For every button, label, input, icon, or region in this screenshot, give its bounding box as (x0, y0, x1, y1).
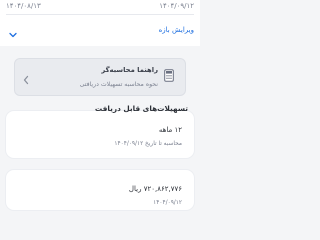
top-bar: ۱۴۰۴/۰۸/۱۳ ۱۴۰۴/۰۹/۱۲ ویرایش بازه (0, 0, 200, 46)
calculator-icon (164, 67, 174, 82)
loan-term: ۱۲ ماهه (158, 126, 182, 134)
chevron-down-icon[interactable] (8, 25, 18, 38)
chevron-left-icon[interactable] (21, 71, 31, 85)
end-date: ۱۴۰۴/۰۹/۱۲ (159, 2, 194, 10)
guide-title: راهنما محاسبه‌گر (101, 66, 158, 74)
loan-date: ۱۴۰۴/۰۹/۱۲ (153, 200, 182, 206)
divider (6, 14, 194, 15)
guide-subtitle: نحوه محاسبه تسهیلات دریافتی (79, 81, 158, 88)
loan-card[interactable]: ۷۲۰,۸۶۲,۷۷۶ ریال ۱۴۰۴/۰۹/۱۲ (6, 170, 194, 210)
start-date: ۱۴۰۴/۰۸/۱۳ (6, 2, 41, 10)
edit-range-label[interactable]: ویرایش بازه (159, 26, 194, 34)
calculator-guide-card[interactable]: راهنما محاسبه‌گر نحوه محاسبه تسهیلات دری… (14, 58, 186, 96)
loan-card[interactable]: ۱۲ ماهه محاسبه تا تاریخ ۱۴۰۴/۰۹/۱۲ (6, 111, 194, 158)
loan-calc-date: محاسبه تا تاریخ ۱۴۰۴/۰۹/۱۲ (114, 141, 182, 147)
section-title: تسهیلات‌های قابل دریافت (94, 104, 188, 113)
edit-range-row[interactable]: ویرایش بازه (6, 24, 194, 38)
date-range: ۱۴۰۴/۰۸/۱۳ ۱۴۰۴/۰۹/۱۲ (0, 0, 200, 13)
loan-amount: ۷۲۰,۸۶۲,۷۷۶ ریال (128, 185, 182, 193)
